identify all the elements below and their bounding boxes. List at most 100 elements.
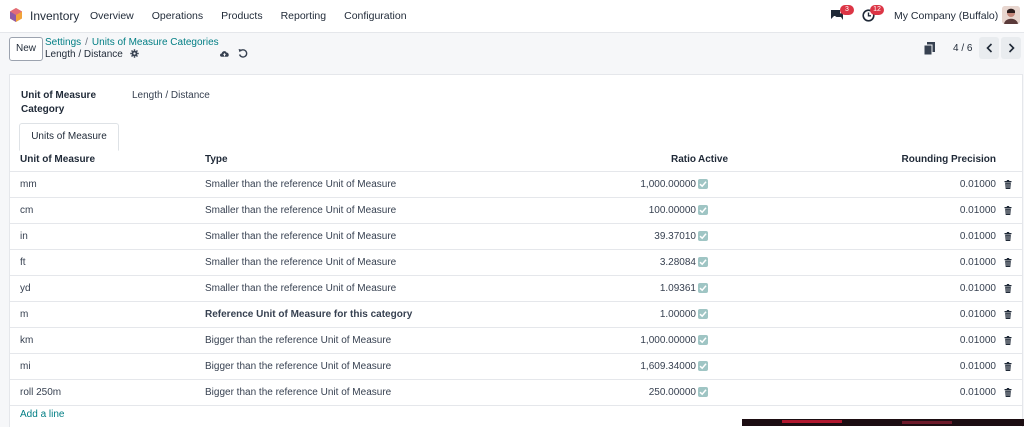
- app-logo-icon[interactable]: [9, 8, 23, 22]
- trash-icon[interactable]: [1004, 284, 1012, 293]
- table-row[interactable]: in Smaller than the reference Unit of Mea…: [10, 224, 1022, 250]
- uom-ratio-cell[interactable]: 1,000.00000: [640, 328, 696, 353]
- uom-rounding-cell[interactable]: 0.01000: [960, 250, 996, 275]
- menu-operations[interactable]: Operations: [152, 10, 203, 22]
- uom-rounding-cell[interactable]: 0.01000: [960, 276, 996, 301]
- uom-rounding-cell[interactable]: 0.01000: [960, 198, 996, 223]
- uom-type-cell[interactable]: Smaller than the reference Unit of Measu…: [205, 198, 396, 223]
- uom-type-cell[interactable]: Bigger than the reference Unit of Measur…: [205, 380, 391, 405]
- active-checkbox[interactable]: [698, 361, 708, 371]
- active-checkbox[interactable]: [698, 335, 708, 345]
- overlay-accent-1: [782, 420, 842, 423]
- control-panel: New Settings / Units of Measure Categories…: [0, 32, 1024, 72]
- table-row[interactable]: m Reference Unit of Measure for this cate…: [10, 302, 1022, 328]
- trash-icon[interactable]: [1004, 206, 1012, 215]
- active-checkbox[interactable]: [698, 387, 708, 397]
- uom-ratio-cell[interactable]: 1.09361: [660, 276, 696, 301]
- uom-type-cell[interactable]: Bigger than the reference Unit of Measur…: [205, 354, 391, 379]
- menu-products[interactable]: Products: [221, 10, 262, 22]
- checkmark-icon: [699, 337, 707, 344]
- uom-ratio-cell[interactable]: 1,609.34000: [640, 354, 696, 379]
- active-checkbox[interactable]: [698, 205, 708, 215]
- uom-type-cell[interactable]: Reference Unit of Measure for this categ…: [205, 302, 412, 327]
- table-row[interactable]: ft Smaller than the reference Unit of Mea…: [10, 250, 1022, 276]
- trash-icon[interactable]: [1004, 362, 1012, 371]
- uom-rounding-cell[interactable]: 0.01000: [960, 354, 996, 379]
- overlay-strip: [742, 419, 1024, 426]
- breadcrumb-uom-categories[interactable]: Units of Measure Categories: [92, 37, 219, 48]
- cloud-upload-icon[interactable]: [219, 48, 230, 59]
- pager-value[interactable]: 4 / 6: [953, 43, 972, 54]
- table-row[interactable]: yd Smaller than the reference Unit of Mea…: [10, 276, 1022, 302]
- uom-type-cell[interactable]: Smaller than the reference Unit of Measu…: [205, 250, 396, 275]
- uom-rounding-cell[interactable]: 0.01000: [960, 224, 996, 249]
- uom-name-cell[interactable]: mi: [20, 354, 31, 379]
- chevron-left-icon: [985, 43, 992, 53]
- uom-ratio-cell[interactable]: 39.37010: [654, 224, 696, 249]
- uom-type-cell[interactable]: Smaller than the reference Unit of Measu…: [205, 224, 396, 249]
- category-field-input[interactable]: Length / Distance: [132, 90, 210, 101]
- table-row[interactable]: km Bigger than the reference Unit of Meas…: [10, 328, 1022, 354]
- column-header-ratio[interactable]: Ratio: [671, 149, 696, 171]
- menu-reporting[interactable]: Reporting: [281, 10, 327, 22]
- company-switcher[interactable]: My Company (Buffalo): [894, 10, 998, 22]
- active-checkbox[interactable]: [698, 257, 708, 267]
- table-header: Unit of Measure Type Ratio Active Roundi…: [10, 149, 1022, 172]
- record-title-line: Length / Distance: [45, 49, 139, 60]
- uom-ratio-cell[interactable]: 1,000.00000: [640, 172, 696, 197]
- uom-rounding-cell[interactable]: 0.01000: [960, 172, 996, 197]
- pager-previous-button[interactable]: [979, 37, 999, 59]
- breadcrumb-separator: /: [85, 37, 88, 48]
- uom-ratio-cell[interactable]: 250.00000: [649, 380, 696, 405]
- column-header-rounding[interactable]: Rounding Precision: [902, 149, 996, 171]
- uom-name-cell[interactable]: roll 250m: [20, 380, 61, 405]
- trash-icon[interactable]: [1004, 310, 1012, 319]
- gear-icon[interactable]: [129, 49, 139, 58]
- uom-rounding-cell[interactable]: 0.01000: [960, 328, 996, 353]
- trash-icon[interactable]: [1004, 258, 1012, 267]
- trash-icon[interactable]: [1004, 180, 1012, 189]
- menu-overview[interactable]: Overview: [90, 10, 134, 22]
- breadcrumb-settings[interactable]: Settings: [45, 37, 81, 48]
- table-row[interactable]: mm Smaller than the reference Unit of Mea…: [10, 172, 1022, 198]
- uom-name-cell[interactable]: ft: [20, 250, 26, 275]
- uom-ratio-cell[interactable]: 3.28084: [660, 250, 696, 275]
- avatar[interactable]: [1002, 6, 1020, 24]
- uom-name-cell[interactable]: km: [20, 328, 33, 353]
- add-a-line-link[interactable]: Add a line: [20, 409, 64, 420]
- uom-ratio-cell[interactable]: 1.00000: [660, 302, 696, 327]
- uom-name-cell[interactable]: in: [20, 224, 28, 249]
- new-button[interactable]: New: [9, 37, 43, 61]
- uom-name-cell[interactable]: mm: [20, 172, 37, 197]
- active-checkbox[interactable]: [698, 309, 708, 319]
- active-checkbox[interactable]: [698, 283, 708, 293]
- trash-icon[interactable]: [1004, 388, 1012, 397]
- archive-icon[interactable]: [924, 42, 935, 55]
- uom-rounding-cell[interactable]: 0.01000: [960, 302, 996, 327]
- tab-units-of-measure[interactable]: Units of Measure: [19, 123, 119, 151]
- column-header-active[interactable]: Active: [698, 149, 728, 171]
- column-header-type[interactable]: Type: [205, 149, 228, 171]
- active-checkbox[interactable]: [698, 179, 708, 189]
- table-row[interactable]: roll 250m Bigger than the reference Unit …: [10, 380, 1022, 406]
- uom-type-cell[interactable]: Smaller than the reference Unit of Measu…: [205, 276, 396, 301]
- menu-configuration[interactable]: Configuration: [344, 10, 406, 22]
- active-checkbox[interactable]: [698, 231, 708, 241]
- column-header-uom[interactable]: Unit of Measure: [20, 149, 95, 171]
- checkmark-icon: [699, 181, 707, 188]
- trash-icon[interactable]: [1004, 232, 1012, 241]
- table-row[interactable]: cm Smaller than the reference Unit of Mea…: [10, 198, 1022, 224]
- uom-name-cell[interactable]: cm: [20, 198, 33, 223]
- pager-next-button[interactable]: [1001, 37, 1021, 59]
- uom-type-cell[interactable]: Smaller than the reference Unit of Measu…: [205, 172, 396, 197]
- app-name[interactable]: Inventory: [30, 9, 79, 23]
- table-row[interactable]: mi Bigger than the reference Unit of Meas…: [10, 354, 1022, 380]
- trash-icon[interactable]: [1004, 336, 1012, 345]
- uom-rounding-cell[interactable]: 0.01000: [960, 380, 996, 405]
- uom-ratio-cell[interactable]: 100.00000: [649, 198, 696, 223]
- undo-icon[interactable]: [238, 48, 248, 58]
- record-name: Length / Distance: [45, 49, 123, 60]
- uom-name-cell[interactable]: m: [20, 302, 28, 327]
- uom-type-cell[interactable]: Bigger than the reference Unit of Measur…: [205, 328, 391, 353]
- uom-name-cell[interactable]: yd: [20, 276, 31, 301]
